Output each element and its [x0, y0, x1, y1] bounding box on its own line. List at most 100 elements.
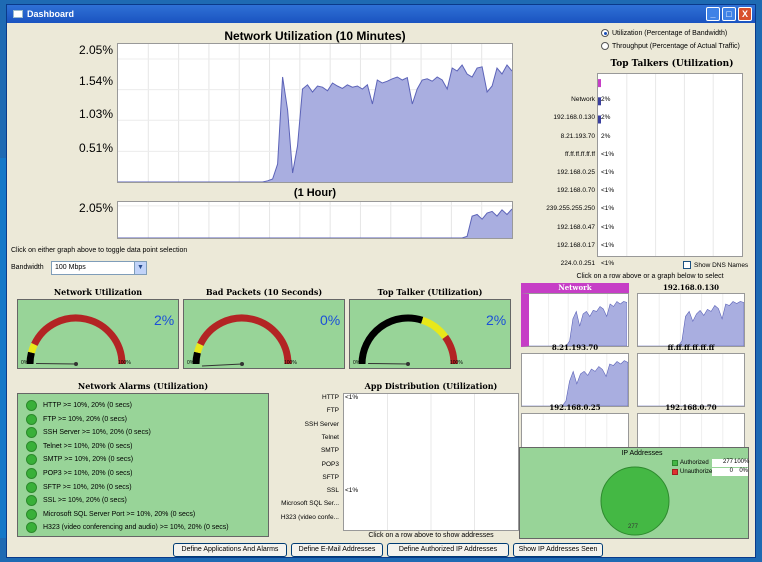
talker-label[interactable]: 192.168.0.17	[527, 242, 595, 249]
mini-graph-svg	[529, 294, 628, 347]
gauge-min-label: 0%	[21, 360, 29, 366]
talker-label[interactable]: 192.168.0.130	[527, 114, 595, 121]
maximize-button[interactable]: □	[722, 7, 736, 21]
app-label[interactable]: SSH Server	[269, 421, 339, 428]
mini-graph[interactable]: Network	[521, 283, 629, 347]
close-button[interactable]: X	[738, 7, 752, 21]
gauge-svg	[192, 314, 292, 367]
app-label[interactable]: SMTP	[269, 447, 339, 454]
app-value: <1%	[345, 487, 359, 495]
alarm-item[interactable]: Microsoft SQL Server Port >= 10%, 20% (0…	[26, 508, 195, 520]
gauge-arc	[192, 351, 201, 365]
show-dns-label: Show DNS Names	[694, 261, 749, 269]
alarm-item[interactable]: SFTP >= 10%, 20% (0 secs)	[26, 481, 132, 493]
gauge-arc	[31, 314, 126, 365]
gauge-title: Network Utilization	[53, 287, 143, 297]
gauge-value: 0%	[320, 312, 341, 328]
talker-label[interactable]: 8.21.193.70	[527, 133, 595, 140]
gauge-needle	[368, 362, 409, 365]
legend-swatch-unauthorized	[672, 469, 678, 475]
talker-label[interactable]: 239.255.255.250	[527, 205, 595, 212]
mini-area	[522, 360, 629, 407]
radio-circle-icon[interactable]	[601, 42, 609, 50]
gauge-arc	[420, 316, 449, 340]
mini-graph[interactable]: 8.21.193.70	[521, 343, 629, 407]
alarm-item[interactable]: POP3 >= 10%, 20% (0 secs)	[26, 468, 133, 479]
area-series	[118, 65, 512, 182]
talker-label[interactable]: ff.ff.ff.ff.ff.ff	[527, 151, 595, 158]
status-dot-icon	[26, 481, 37, 493]
talker-label[interactable]: 192.168.0.70	[527, 187, 595, 194]
alarm-item[interactable]: Telnet >= 10%, 20% (0 secs)	[26, 440, 133, 452]
mini-area	[529, 301, 628, 347]
window-icon	[13, 10, 23, 18]
util-chart-title: Network Utilization (10 Minutes)	[224, 29, 406, 43]
define-applications-button[interactable]: Define Applications And Alarms	[173, 543, 287, 557]
alarm-label: Telnet >= 10%, 20% (0 secs)	[43, 442, 133, 450]
talker-label[interactable]: Network	[527, 96, 595, 103]
gauge-pivot	[74, 362, 78, 366]
gauge-arc	[358, 314, 424, 365]
app-label[interactable]: Telnet	[269, 434, 339, 441]
define-email-button[interactable]: Define E-Mail Addresses	[291, 543, 383, 557]
app-label[interactable]: H323 (video confe...	[269, 514, 339, 521]
gauge-min-label: 0%	[353, 360, 361, 366]
talker-label[interactable]: 192.168.0.47	[527, 224, 595, 231]
talker-label[interactable]: 192.168.0.25	[527, 169, 595, 176]
mini-graph[interactable]: 192.168.0.130	[637, 283, 745, 347]
alarm-item[interactable]: HTTP >= 10%, 20% (0 secs)	[26, 400, 132, 411]
chevron-down-icon[interactable]: ▼	[134, 262, 146, 274]
gauge-arc	[194, 342, 204, 354]
app-label[interactable]: SFTP	[269, 474, 339, 481]
talker-value: <1%	[601, 259, 615, 267]
radio-circle-icon[interactable]	[601, 29, 609, 37]
app-label[interactable]: FTP	[269, 407, 339, 414]
app-dist-hint: Click on a row above to show addresses	[368, 532, 494, 539]
alarm-item[interactable]: FTP >= 10%, 20% (0 secs)	[26, 413, 127, 425]
util-chart-1hour[interactable]	[117, 201, 513, 239]
gauge-panel: 0% 100% 2%	[349, 299, 511, 369]
alarm-item[interactable]: SSH Server >= 10%, 20% (0 secs)	[26, 427, 151, 439]
checkbox-icon[interactable]	[683, 261, 691, 269]
define-authorized-ip-button[interactable]: Define Authorized IP Addresses	[387, 543, 509, 557]
talker-bar	[598, 79, 601, 88]
util-chart-10min[interactable]	[117, 43, 513, 183]
gauge-panel: 0% 100% 2%	[17, 299, 179, 369]
app-label[interactable]: Microsoft SQL Ser...	[269, 500, 339, 507]
radio-throughput[interactable]: Throughput (Percentage of Actual Traffic…	[601, 42, 740, 50]
top-talkers-svg	[598, 74, 714, 256]
mini-graph[interactable]: ff.ff.ff.ff.ff.ff	[637, 343, 745, 407]
util-chart-10min-svg	[118, 44, 513, 183]
app-label[interactable]: HTTP	[269, 394, 339, 401]
alarm-label: SSH Server >= 10%, 20% (0 secs)	[43, 429, 151, 437]
app-label[interactable]: SSL	[269, 487, 339, 494]
gauge-arc	[28, 342, 38, 354]
authorized-percent: 100%	[734, 459, 750, 467]
minimize-button[interactable]: _	[706, 7, 720, 21]
talker-label[interactable]: 224.0.0.251	[527, 260, 595, 267]
util-y-label-2: 1.03%	[78, 107, 113, 121]
top-talkers-chart[interactable]	[597, 73, 743, 257]
mini-graph-title: 192.168.0.70	[665, 403, 717, 412]
gauge-panel: 0% 100% 0%	[183, 299, 345, 369]
app-label[interactable]: POP3	[269, 461, 339, 468]
talker-value: 2%	[601, 132, 611, 140]
authorized-count: 277	[712, 459, 734, 467]
title-bar[interactable]: Dashboard _ □ X	[7, 5, 755, 23]
alarms-title: Network Alarms (Utilization)	[77, 381, 209, 391]
alarm-item[interactable]: SMTP >= 10%, 20% (0 secs)	[26, 454, 133, 466]
talker-value: 2%	[601, 96, 611, 104]
alarm-item[interactable]: H323 (video conferencing and audio) >= 1…	[26, 522, 229, 534]
radio-utilization[interactable]: Utilization (Percentage of Bandwidth)	[601, 29, 727, 37]
alarm-item[interactable]: SSL >= 10%, 20% (0 secs)	[26, 495, 127, 507]
unauthorized-count: 0	[712, 468, 734, 476]
gauge-max-label: 100%	[118, 360, 131, 366]
show-ip-addresses-button[interactable]: Show IP Addresses Seen	[513, 543, 603, 557]
bandwidth-select[interactable]: 100 Mbps ▼	[51, 261, 147, 275]
window-title: Dashboard	[27, 9, 75, 19]
app-dist-chart[interactable]	[343, 393, 519, 531]
alarm-label: HTTP >= 10%, 20% (0 secs)	[43, 402, 132, 409]
area-series	[118, 209, 512, 238]
show-dns-checkbox[interactable]: Show DNS Names	[683, 261, 748, 269]
mini-graph-plot	[521, 353, 629, 407]
